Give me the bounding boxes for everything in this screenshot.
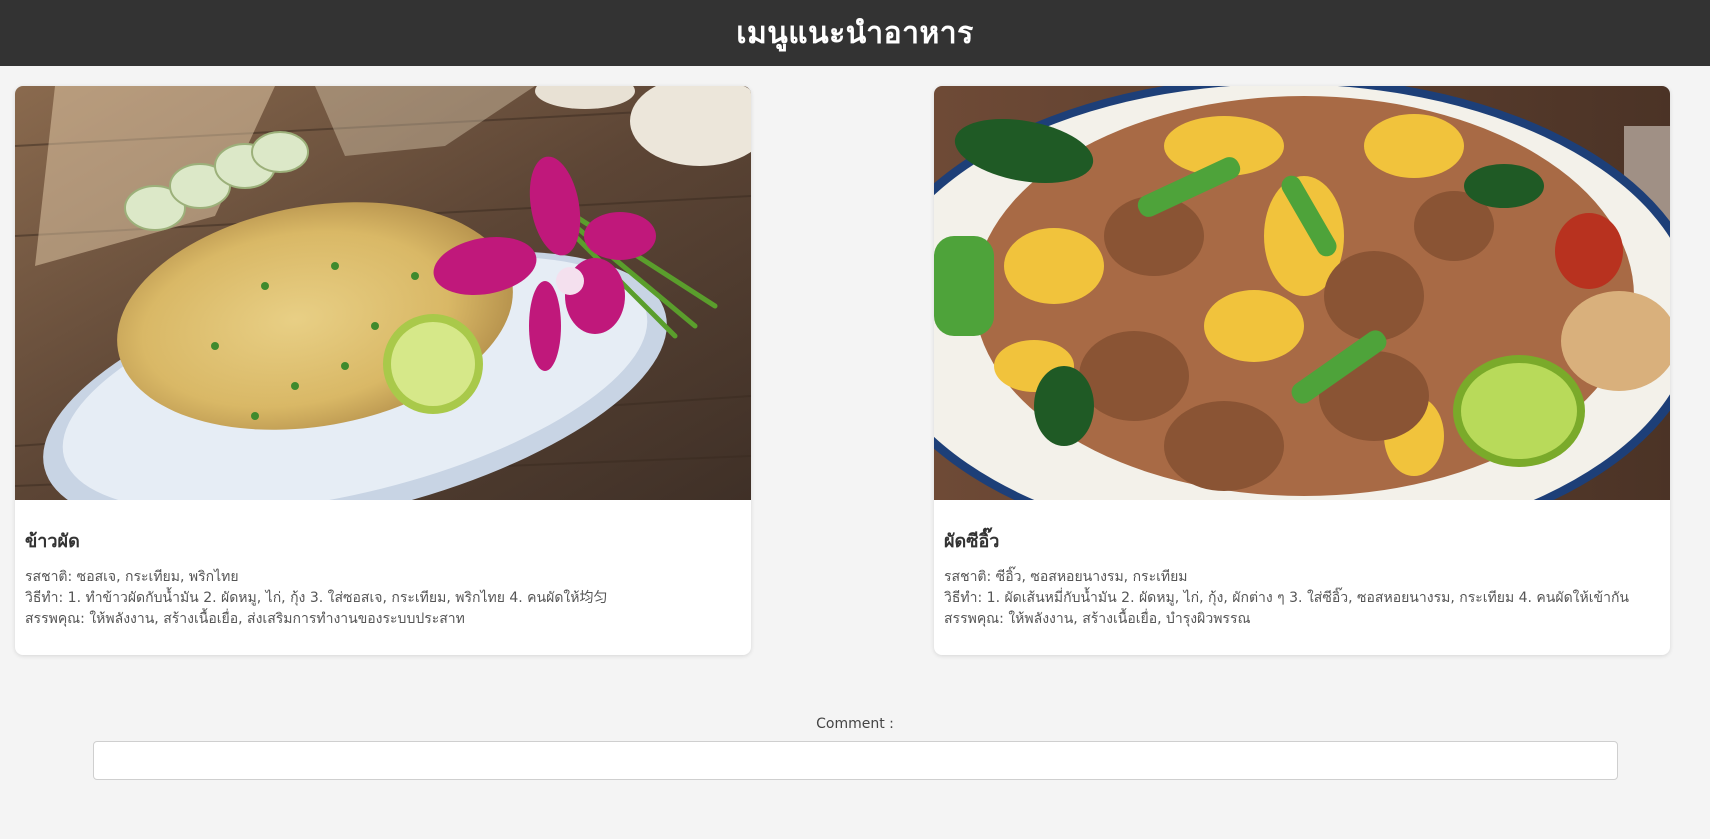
menu-benefits: สรรพคุณ: ให้พลังงาน, สร้างเนื้อเยื่อ, บำ… — [944, 611, 1251, 627]
page-title: เมนูแนะนำอาหาร — [736, 15, 974, 51]
card-body: ข้าวผัด รสชาติ: ซอสเจ, กระเทียม, พริกไทย… — [15, 500, 751, 640]
menu-flavor: รสชาติ: ซอสเจ, กระเทียม, พริกไทย — [25, 569, 239, 585]
comment-section: Comment : — [0, 716, 1710, 780]
menu-flavor: รสชาติ: ซีอิ๊ว, ซอสหอยนางรม, กระเทียม — [944, 569, 1188, 585]
comment-label: Comment : — [816, 716, 894, 732]
menu-method: วิธีทำ: 1. ผัดเส้นหมี่กับน้ำมัน 2. ผัดหม… — [944, 590, 1629, 606]
menu-card-pad-see-ew: ผัดซีอิ๊ว รสชาติ: ซีอิ๊ว, ซอสหอยนางรม, ก… — [934, 86, 1670, 655]
menu-method: วิธีทำ: 1. ทำข้าวผัดกับน้ำมัน 2. ผัดหมู,… — [25, 590, 608, 606]
menu-name: ผัดซีอิ๊ว — [944, 531, 1000, 552]
comment-input[interactable] — [92, 741, 1618, 780]
header-bar: เมนูแนะนำอาหาร — [0, 0, 1710, 66]
card-body: ผัดซีอิ๊ว รสชาติ: ซีอิ๊ว, ซอสหอยนางรม, ก… — [934, 500, 1670, 640]
menu-card-fried-rice: ข้าวผัด รสชาติ: ซอสเจ, กระเทียม, พริกไทย… — [15, 86, 751, 655]
menu-name: ข้าวผัด — [25, 531, 80, 552]
menu-cards: ข้าวผัด รสชาติ: ซอสเจ, กระเทียม, พริกไทย… — [0, 66, 1710, 656]
menu-benefits: สรรพคุณ: ให้พลังงาน, สร้างเนื้อเยื่อ, ส่… — [25, 611, 465, 627]
fried-rice-photo — [15, 86, 751, 500]
pad-see-ew-photo — [934, 86, 1670, 500]
